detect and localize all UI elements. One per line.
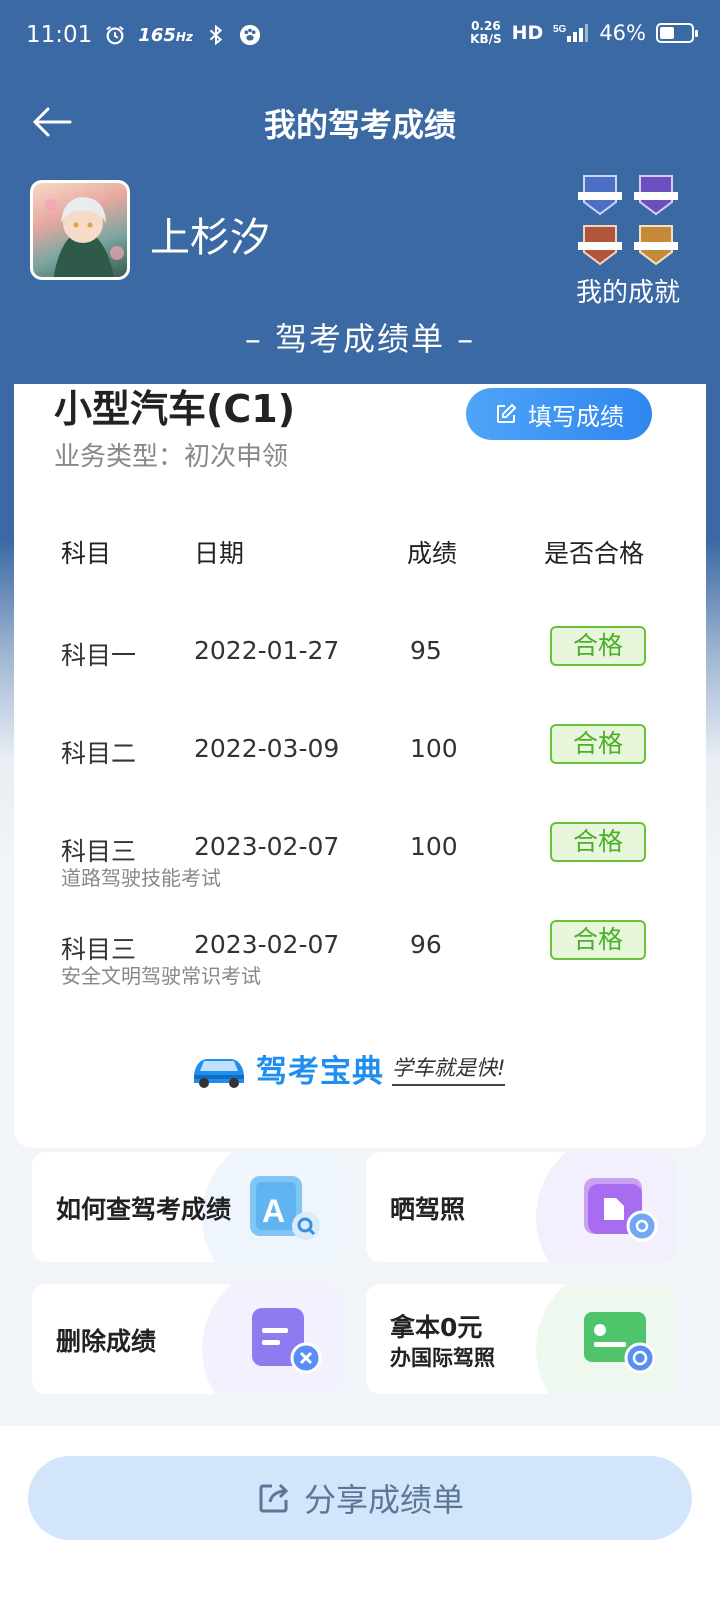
svg-text:A: A <box>262 1193 285 1229</box>
license-type: 小型汽车(C1) <box>54 387 296 431</box>
tile-label: 删除成绩 <box>56 1327 157 1356</box>
tile-label: 晒驾照 <box>390 1195 466 1224</box>
fill-score-label: 填写成绩 <box>528 402 624 431</box>
bluetooth-icon <box>209 24 223 46</box>
column-subject: 科目 <box>61 539 112 568</box>
table-row: 科目一 2022-01-27 95 合格 <box>14 626 706 716</box>
avatar-illustration <box>45 197 124 277</box>
baidu-paw-icon <box>239 24 260 46</box>
column-score: 成绩 <box>407 539 458 568</box>
tile-delete-score[interactable]: 删除成绩 <box>32 1284 342 1394</box>
badge-bronze-icon <box>578 225 622 266</box>
share-report-label: 分享成绩单 <box>303 1481 464 1519</box>
pass-badge: 合格 <box>550 920 646 960</box>
share-icon <box>259 1483 289 1513</box>
row-subject: 科目二 <box>61 739 137 768</box>
battery-icon <box>656 23 698 43</box>
badge-gold-icon <box>634 225 678 266</box>
network-speed: 0.26 KB/S <box>470 19 502 46</box>
badge-purple-icon <box>634 175 678 216</box>
row-score: 96 <box>410 930 442 959</box>
achievements-label: 我的成就 <box>575 278 680 308</box>
alarm-icon <box>106 25 125 45</box>
international-license-icon <box>584 1312 656 1374</box>
achievements[interactable]: 我的成就 <box>568 172 688 309</box>
row-date: 2023-02-07 <box>194 930 340 959</box>
brand-logo: 驾考宝典 学车就是快! <box>190 1046 506 1091</box>
badge-blue-icon <box>578 175 622 216</box>
column-date: 日期 <box>194 539 245 568</box>
search-document-icon: A <box>250 1176 320 1240</box>
edit-icon <box>497 403 517 423</box>
page-title: 我的驾考成绩 <box>263 106 456 144</box>
tile-check-score[interactable]: 如何查驾考成绩 A <box>32 1152 342 1262</box>
status-bar: 11:01 165Hz 0.26 KB/S HD 5G 46% <box>0 0 720 74</box>
tile-sublabel: 办国际驾照 <box>390 1346 495 1370</box>
photo-share-icon <box>584 1178 658 1242</box>
table-row: 科目二 2022-03-09 100 合格 <box>14 724 706 814</box>
row-date: 2023-02-07 <box>194 832 340 861</box>
delete-record-icon <box>252 1308 322 1374</box>
tile-international-license[interactable]: 拿本0元 办国际驾照 <box>366 1284 676 1394</box>
hd-indicator: HD <box>511 22 544 44</box>
share-report-button[interactable]: 分享成绩单 <box>28 1456 692 1540</box>
pass-badge: 合格 <box>550 822 646 862</box>
row-date: 2022-03-09 <box>194 734 340 763</box>
pass-badge: 合格 <box>550 626 646 666</box>
user-name: 上杉汐 <box>150 215 270 261</box>
table-row: 科目三 2023-02-07 100 合格 道路驾驶技能考试 <box>14 822 706 912</box>
row-note: 道路驾驶技能考试 <box>61 866 221 890</box>
refresh-rate: 165Hz <box>138 24 193 46</box>
tile-label: 拿本0元 <box>390 1313 483 1342</box>
row-subject: 科目一 <box>61 641 137 670</box>
row-date: 2022-01-27 <box>194 636 340 665</box>
signal-icon: 5G <box>553 24 589 42</box>
brand-name: 驾考宝典 <box>256 1054 384 1090</box>
tile-label: 如何查驾考成绩 <box>56 1195 232 1224</box>
brand-slogan: 学车就是快! <box>392 1052 506 1086</box>
status-time: 11:01 <box>26 22 93 48</box>
battery-percent: 46% <box>599 21 646 45</box>
fill-score-button[interactable]: 填写成绩 <box>466 388 652 440</box>
table-row: 科目三 2023-02-07 96 合格 安全文明驾驶常识考试 <box>14 920 706 1010</box>
section-title: – 驾考成绩单 – <box>244 320 476 358</box>
svg-text:5G: 5G <box>553 24 567 35</box>
business-type: 业务类型：初次申领 <box>54 442 289 472</box>
row-score: 100 <box>410 832 458 861</box>
column-pass: 是否合格 <box>544 539 645 568</box>
score-card: 小型汽车(C1) 业务类型：初次申领 填写成绩 科目 日期 成绩 是否合格 科目… <box>14 384 706 1148</box>
row-score: 95 <box>410 636 442 665</box>
row-note: 安全文明驾驶常识考试 <box>61 964 261 988</box>
tile-share-license[interactable]: 晒驾照 <box>366 1152 676 1262</box>
pass-badge: 合格 <box>550 724 646 764</box>
row-score: 100 <box>410 734 458 763</box>
bottom-bar: 分享成绩单 <box>0 1426 720 1600</box>
avatar[interactable] <box>30 180 130 280</box>
car-logo-icon <box>194 1058 244 1088</box>
